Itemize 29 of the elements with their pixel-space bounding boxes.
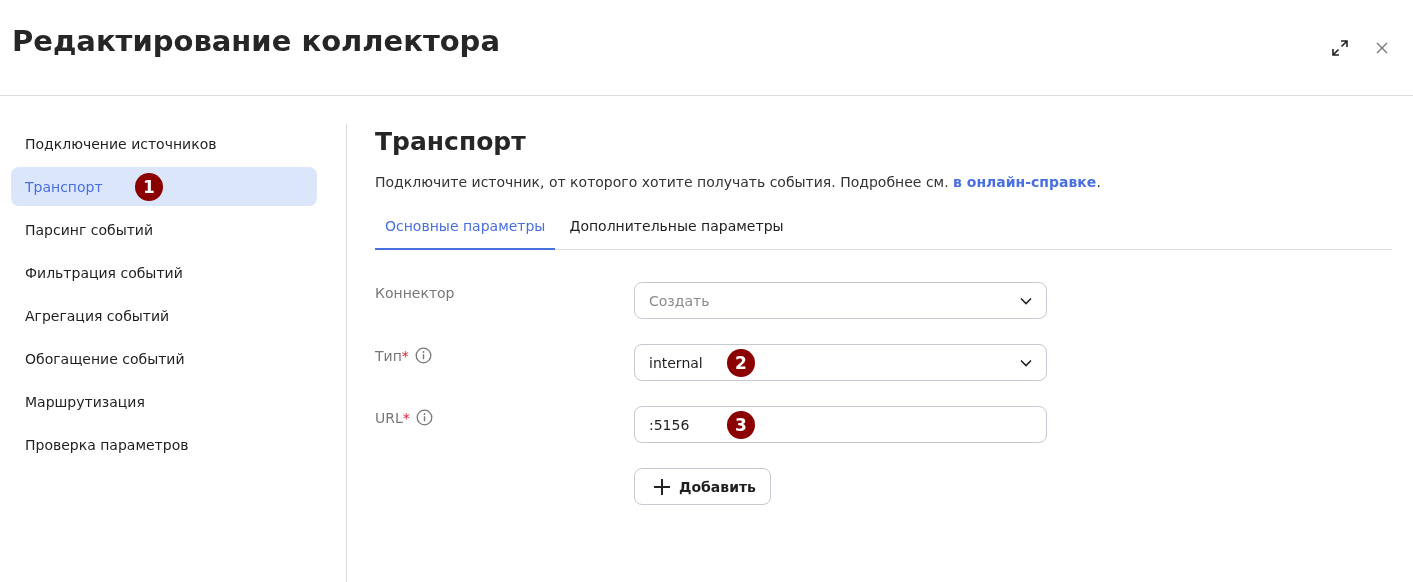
chevron-down-icon: [1020, 358, 1032, 367]
callout-badge: 2: [727, 348, 755, 377]
field-label: Коннектор: [375, 285, 455, 301]
sidebar-item[interactable]: Проверка параметров: [11, 425, 317, 464]
sidebar-item[interactable]: Маршрутизация: [11, 382, 317, 421]
input-field[interactable]: :5156 3: [634, 406, 1047, 443]
section-title: Транспорт: [375, 127, 527, 156]
plus-icon: [653, 477, 671, 496]
sidebar-item[interactable]: Подключение источников: [11, 124, 317, 163]
sidebar-item[interactable]: Парсинг событий: [11, 210, 317, 249]
sidebar-item[interactable]: Агрегация событий: [11, 296, 317, 335]
add-button[interactable]: Добавить: [634, 468, 771, 505]
help-link[interactable]: в онлайн-справке: [953, 174, 1097, 190]
tab[interactable]: Основные параметры: [375, 218, 556, 250]
callout-badge: 1: [135, 172, 163, 201]
sidebar-item[interactable]: Транспорт 1: [11, 167, 317, 206]
section-description: Подключите источник, от которого хотите получать события. Подробнее см. в онлайн-справке.: [375, 174, 1102, 190]
sidebar-item[interactable]: Обогащение событий: [11, 339, 317, 378]
info-icon[interactable]: [415, 409, 433, 426]
sidebar-item[interactable]: Фильтрация событий: [11, 253, 317, 292]
dropdown-field[interactable]: internal 2: [634, 344, 1047, 381]
chevron-down-icon: [1020, 296, 1032, 305]
callout-badge: 3: [727, 410, 755, 439]
field-label: URL*: [375, 409, 410, 426]
dropdown-field[interactable]: Создать: [634, 282, 1047, 319]
info-icon[interactable]: [414, 347, 432, 364]
window-title: Редактирование коллектора: [12, 23, 501, 58]
field-label: Тип*: [375, 347, 409, 364]
tab[interactable]: Дополнительные параметры: [559, 218, 794, 250]
